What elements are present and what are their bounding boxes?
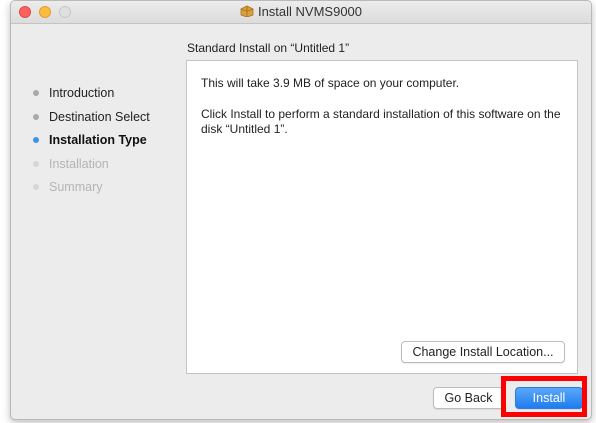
change-install-location-button[interactable]: Change Install Location... [401, 341, 565, 363]
title-bar[interactable]: Install NVMS9000 [11, 1, 591, 24]
step-label: Introduction [49, 86, 115, 100]
content-panel: This will take 3.9 MB of space on your c… [186, 60, 578, 374]
install-instructions-text: Click Install to perform a standard inst… [201, 107, 561, 136]
step-introduction: Introduction [31, 85, 150, 109]
step-bullet-icon [33, 113, 39, 120]
step-bullet-icon [33, 90, 39, 96]
go-back-button[interactable]: Go Back [433, 387, 504, 409]
package-icon [240, 5, 254, 17]
page-title: Standard Install on “Untitled 1” [187, 41, 350, 55]
step-bullet-icon [33, 160, 39, 167]
space-required-text: This will take 3.9 MB of space on your c… [201, 76, 460, 90]
installer-steps: Introduction Destination Select Installa… [31, 85, 150, 203]
step-label: Installation [49, 156, 109, 171]
step-installation-type: Installation Type [31, 132, 150, 156]
step-label: Destination Select [49, 109, 150, 124]
install-button-highlight [501, 376, 587, 417]
step-summary: Summary [31, 179, 150, 203]
step-label: Summary [49, 180, 103, 194]
window-title: Install NVMS9000 [11, 4, 591, 19]
installer-window: Install NVMS9000 Standard Install on “Un… [10, 0, 592, 420]
step-destination-select: Destination Select [31, 109, 150, 133]
step-bullet-icon [33, 137, 39, 143]
window-title-text: Install NVMS9000 [257, 4, 363, 19]
step-installation: Installation [31, 156, 150, 180]
step-label: Installation Type [49, 133, 147, 147]
step-bullet-icon [33, 184, 39, 190]
